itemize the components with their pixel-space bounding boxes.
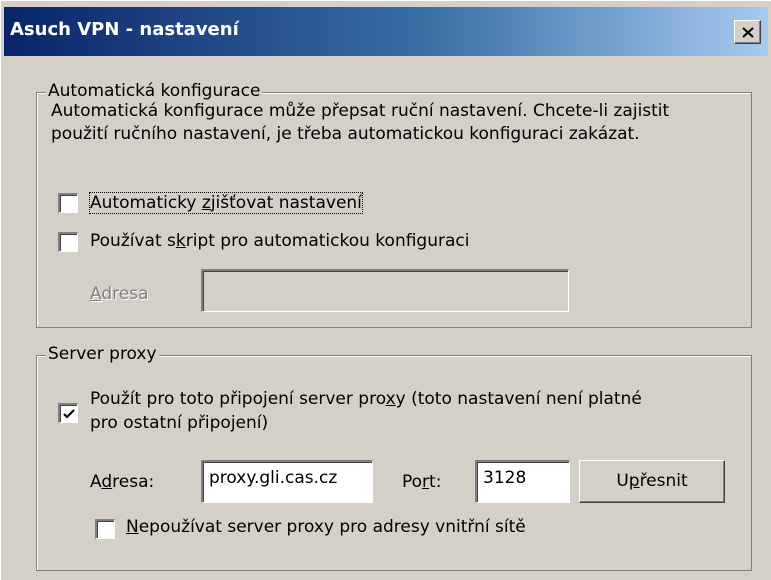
- use-script-label-post: ript pro automatickou konfiguraci: [185, 231, 470, 251]
- proxy-address-label-accel: d: [101, 472, 113, 492]
- bypass-local-label-post: epoužívat server proxy pro adresy vnitřn…: [138, 517, 526, 537]
- auto-detect-label-accel: z: [201, 193, 211, 213]
- bypass-local-label-accel: N: [126, 517, 139, 537]
- script-address-label-post: dresa: [101, 284, 149, 304]
- script-address-input[interactable]: [201, 269, 569, 312]
- proxy-legend: Server proxy: [46, 344, 159, 364]
- auto-detect-checkbox[interactable]: [58, 193, 78, 213]
- use-proxy-label-line1[interactable]: Použít pro toto připojení server proxy (…: [90, 389, 642, 409]
- proxy-address-label-pre: A: [90, 472, 102, 492]
- bypass-local-label[interactable]: Nepoužívat server proxy pro adresy vnitř…: [126, 517, 526, 537]
- close-icon: [742, 27, 754, 38]
- close-button[interactable]: [734, 20, 761, 44]
- advanced-button[interactable]: Upřesnit: [579, 460, 725, 503]
- auto-config-description: Automatická konfigurace může přepsat ruč…: [51, 101, 670, 144]
- window-title: Asuch VPN - nastavení: [10, 19, 239, 40]
- use-proxy-label-post: y (toto nastavení není platné: [395, 389, 642, 409]
- auto-detect-label-pre: Automaticky: [90, 193, 202, 213]
- checkmark-icon: [63, 409, 75, 419]
- use-script-checkbox[interactable]: [58, 232, 78, 252]
- proxy-address-label-post: resa:: [112, 472, 155, 492]
- auto-detect-label[interactable]: Automaticky zjišťovat nastavení: [89, 192, 363, 214]
- use-proxy-label-pre: Použít pro toto připojení server pro: [90, 389, 386, 409]
- advanced-button-label-pre: U: [616, 471, 629, 491]
- use-proxy-label-line2[interactable]: pro ostatní připojení): [90, 413, 268, 433]
- title-bar[interactable]: Asuch VPN - nastavení: [4, 7, 768, 56]
- advanced-button-label-post: řesnit: [639, 471, 688, 491]
- auto-detect-label-post: jišťovat nastavení: [210, 193, 362, 213]
- proxy-port-label-pre: Po: [402, 472, 423, 492]
- proxy-address-label: Adresa:: [90, 472, 154, 492]
- proxy-address-input[interactable]: proxy.gli.cas.cz: [201, 460, 373, 503]
- use-proxy-checkbox[interactable]: [58, 403, 78, 423]
- script-address-label: Adresa: [90, 284, 148, 304]
- dialog-window: Asuch VPN - nastavení Automatická konfig…: [0, 0, 771, 580]
- advanced-button-label-accel: p: [628, 471, 640, 491]
- proxy-port-label-accel: r: [422, 472, 430, 492]
- use-script-label-accel: k: [175, 231, 186, 251]
- use-proxy-label-accel: x: [385, 389, 396, 409]
- auto-config-legend: Automatická konfigurace: [46, 81, 263, 101]
- use-script-label-pre: Používat s: [90, 231, 176, 251]
- proxy-port-label-post: t:: [429, 472, 442, 492]
- proxy-port-input[interactable]: 3128: [475, 460, 570, 503]
- script-address-label-accel: A: [90, 284, 102, 304]
- proxy-port-label: Port:: [402, 472, 441, 492]
- use-script-label[interactable]: Používat skript pro automatickou konfigu…: [90, 231, 469, 251]
- bypass-local-checkbox[interactable]: [95, 519, 115, 539]
